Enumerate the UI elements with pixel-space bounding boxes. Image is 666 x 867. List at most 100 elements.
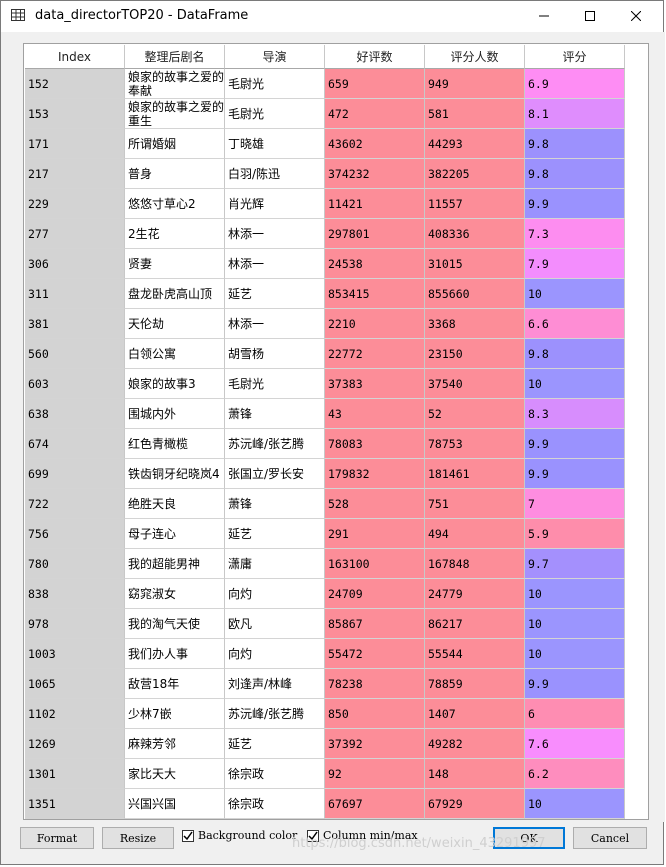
cell-director[interactable]: 徐宗政	[225, 789, 325, 819]
cell-index[interactable]: 638	[25, 399, 125, 429]
cell-title[interactable]: 我的淘气天使	[125, 609, 225, 639]
cell-index[interactable]: 838	[25, 579, 125, 609]
cell-score[interactable]: 6	[525, 699, 625, 729]
table-row[interactable]: 277 2生花 林添一 297801 408336 7.3	[25, 219, 625, 249]
cell-title[interactable]: 绝胜天良	[125, 489, 225, 519]
cell-good-count[interactable]: 78083	[325, 429, 425, 459]
cell-index[interactable]: 1065	[25, 669, 125, 699]
cell-score[interactable]: 8.3	[525, 399, 625, 429]
cell-index[interactable]: 311	[25, 279, 125, 309]
cell-director[interactable]: 潇庸	[225, 549, 325, 579]
minimize-button[interactable]	[521, 1, 567, 32]
table-row[interactable]: 311 盘龙卧虎高山顶 延艺 853415 855660 10	[25, 279, 625, 309]
table-row[interactable]: 381 天伦劫 林添一 2210 3368 6.6	[25, 309, 625, 339]
cell-good-count[interactable]: 37383	[325, 369, 425, 399]
cell-good-count[interactable]: 850	[325, 699, 425, 729]
table-row[interactable]: 171 所谓婚姻 丁晓雄 43602 44293 9.8	[25, 129, 625, 159]
cell-rater-count[interactable]: 3368	[425, 309, 525, 339]
cell-good-count[interactable]: 22772	[325, 339, 425, 369]
cell-title[interactable]: 敌营18年	[125, 669, 225, 699]
table-row[interactable]: 1269 麻辣芳邻 延艺 37392 49282 7.6	[25, 729, 625, 759]
table-row[interactable]: 722 绝胜天良 萧锋 528 751 7	[25, 489, 625, 519]
column-header-index[interactable]: Index	[25, 45, 125, 69]
table-row[interactable]: 699 铁齿铜牙纪晓岚4 张国立/罗长安 179832 181461 9.9	[25, 459, 625, 489]
cell-director[interactable]: 延艺	[225, 519, 325, 549]
cell-title[interactable]: 我的超能男神	[125, 549, 225, 579]
cell-good-count[interactable]: 55472	[325, 639, 425, 669]
cell-index[interactable]: 756	[25, 519, 125, 549]
cell-rater-count[interactable]: 382205	[425, 159, 525, 189]
checkbox-checked-icon[interactable]	[182, 829, 194, 842]
cell-score[interactable]: 7.3	[525, 219, 625, 249]
cell-rater-count[interactable]: 494	[425, 519, 525, 549]
cell-title[interactable]: 窈窕淑女	[125, 579, 225, 609]
cell-rater-count[interactable]: 1407	[425, 699, 525, 729]
cell-index[interactable]: 780	[25, 549, 125, 579]
cell-score[interactable]: 9.8	[525, 129, 625, 159]
cell-rater-count[interactable]: 408336	[425, 219, 525, 249]
cell-director[interactable]: 延艺	[225, 279, 325, 309]
cell-score[interactable]: 9.9	[525, 189, 625, 219]
cell-title[interactable]: 母子连心	[125, 519, 225, 549]
column-header-name[interactable]: 整理后剧名	[125, 45, 225, 69]
cell-score[interactable]: 9.9	[525, 669, 625, 699]
cell-score[interactable]: 10	[525, 789, 625, 819]
cell-good-count[interactable]: 2210	[325, 309, 425, 339]
cell-rater-count[interactable]: 52	[425, 399, 525, 429]
cell-index[interactable]: 381	[25, 309, 125, 339]
table-row[interactable]: 674 红色青橄榄 苏沅峰/张艺腾 78083 78753 9.9	[25, 429, 625, 459]
cell-director[interactable]: 萧锋	[225, 489, 325, 519]
cell-rater-count[interactable]: 167848	[425, 549, 525, 579]
cell-good-count[interactable]: 78238	[325, 669, 425, 699]
cell-good-count[interactable]: 853415	[325, 279, 425, 309]
table-row[interactable]: 1301 家比天大 徐宗政 92 148 6.2	[25, 759, 625, 789]
cell-title[interactable]: 麻辣芳邻	[125, 729, 225, 759]
close-button[interactable]	[613, 1, 659, 32]
cell-title[interactable]: 2生花	[125, 219, 225, 249]
cell-score[interactable]: 10	[525, 609, 625, 639]
table-row[interactable]: 756 母子连心 延艺 291 494 5.9	[25, 519, 625, 549]
cell-index[interactable]: 699	[25, 459, 125, 489]
cell-director[interactable]: 徐宗政	[225, 759, 325, 789]
resize-button[interactable]: Resize	[102, 827, 174, 849]
cell-title[interactable]: 普身	[125, 159, 225, 189]
cell-index[interactable]: 229	[25, 189, 125, 219]
cell-index[interactable]: 1351	[25, 789, 125, 819]
cell-director[interactable]: 丁晓雄	[225, 129, 325, 159]
cell-director[interactable]: 向灼	[225, 579, 325, 609]
column-header-good[interactable]: 好评数	[325, 45, 425, 69]
cell-index[interactable]: 722	[25, 489, 125, 519]
cell-score[interactable]: 10	[525, 369, 625, 399]
cell-rater-count[interactable]: 67929	[425, 789, 525, 819]
table-row[interactable]: 978 我的淘气天使 欧凡 85867 86217 10	[25, 609, 625, 639]
cell-score[interactable]: 10	[525, 639, 625, 669]
cell-title[interactable]: 盘龙卧虎高山顶	[125, 279, 225, 309]
table-row[interactable]: 838 窈窕淑女 向灼 24709 24779 10	[25, 579, 625, 609]
cell-rater-count[interactable]: 37540	[425, 369, 525, 399]
cell-index[interactable]: 1003	[25, 639, 125, 669]
cell-good-count[interactable]: 43602	[325, 129, 425, 159]
cell-good-count[interactable]: 67697	[325, 789, 425, 819]
column-minmax-checkbox[interactable]: Column min/max	[307, 829, 418, 842]
cell-title[interactable]: 天伦劫	[125, 309, 225, 339]
cell-rater-count[interactable]: 31015	[425, 249, 525, 279]
cell-good-count[interactable]: 374232	[325, 159, 425, 189]
cell-good-count[interactable]: 179832	[325, 459, 425, 489]
cell-good-count[interactable]: 163100	[325, 549, 425, 579]
cell-director[interactable]: 林添一	[225, 219, 325, 249]
cell-director[interactable]: 欧凡	[225, 609, 325, 639]
cell-score[interactable]: 9.8	[525, 339, 625, 369]
cell-rater-count[interactable]: 11557	[425, 189, 525, 219]
cell-score[interactable]: 6.9	[525, 69, 625, 99]
cell-rater-count[interactable]: 855660	[425, 279, 525, 309]
cell-title[interactable]: 娘家的故事之爱的重生	[125, 99, 225, 129]
cell-good-count[interactable]: 291	[325, 519, 425, 549]
cell-title[interactable]: 所谓婚姻	[125, 129, 225, 159]
cell-rater-count[interactable]: 751	[425, 489, 525, 519]
cell-title[interactable]: 悠悠寸草心2	[125, 189, 225, 219]
cell-index[interactable]: 1102	[25, 699, 125, 729]
cell-rater-count[interactable]: 55544	[425, 639, 525, 669]
column-header-director[interactable]: 导演	[225, 45, 325, 69]
cell-good-count[interactable]: 659	[325, 69, 425, 99]
cell-index[interactable]: 277	[25, 219, 125, 249]
